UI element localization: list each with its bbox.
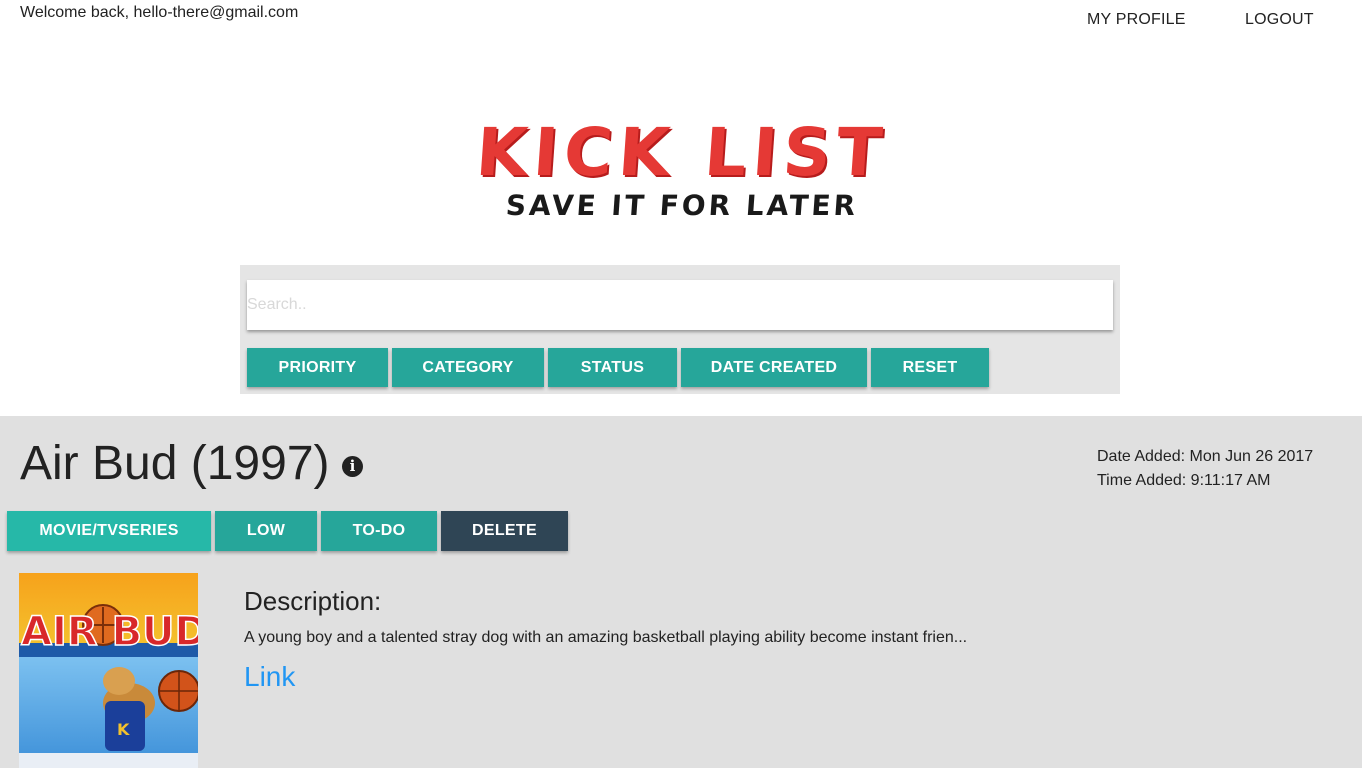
- logo-title: KICK LIST: [473, 114, 891, 191]
- my-profile-link[interactable]: MY PROFILE: [1087, 11, 1186, 29]
- date-added: Date Added: Mon Jun 26 2017: [1097, 448, 1314, 465]
- info-icon[interactable]: i: [342, 456, 363, 477]
- welcome-message: Welcome back, hello-there@gmail.com: [20, 4, 299, 21]
- sort-date-created-button[interactable]: DATE CREATED: [681, 348, 867, 387]
- sort-status-button[interactable]: STATUS: [548, 348, 677, 387]
- time-added: Time Added: 9:11:17 AM: [1097, 472, 1271, 489]
- poster-title-text: AIR BUD: [21, 609, 198, 655]
- item-link[interactable]: Link: [244, 659, 295, 695]
- status-tag-button[interactable]: TO-DO: [321, 511, 437, 551]
- item-card: Air Bud (1997) i Date Added: Mon Jun 26 …: [0, 416, 1362, 768]
- description-heading: Description:: [244, 586, 382, 616]
- svg-text:K: K: [117, 720, 130, 739]
- poster-image: AIR BUD K: [19, 573, 198, 768]
- search-input[interactable]: [247, 280, 1113, 330]
- sort-category-button[interactable]: CATEGORY: [392, 348, 544, 387]
- item-meta: Date Added: Mon Jun 26 2017 Time Added: …: [1097, 445, 1313, 493]
- reset-button[interactable]: RESET: [871, 348, 989, 387]
- search-filter-panel: PRIORITY CATEGORY STATUS DATE CREATED RE…: [240, 265, 1120, 394]
- delete-button[interactable]: DELETE: [441, 511, 568, 551]
- logout-link[interactable]: LOGOUT: [1245, 11, 1314, 29]
- description-text: A young boy and a talented stray dog wit…: [244, 629, 968, 646]
- item-title: Air Bud (1997): [20, 437, 330, 490]
- kick-list-logo: KICK LIST SAVE IT FOR LATER: [436, 114, 928, 236]
- priority-tag-button[interactable]: LOW: [215, 511, 317, 551]
- movie-poster: AIR BUD K: [19, 573, 198, 768]
- logo-subtitle: SAVE IT FOR LATER: [504, 189, 860, 222]
- category-tag-button[interactable]: MOVIE/TVSERIES: [7, 511, 211, 551]
- sort-priority-button[interactable]: PRIORITY: [247, 348, 388, 387]
